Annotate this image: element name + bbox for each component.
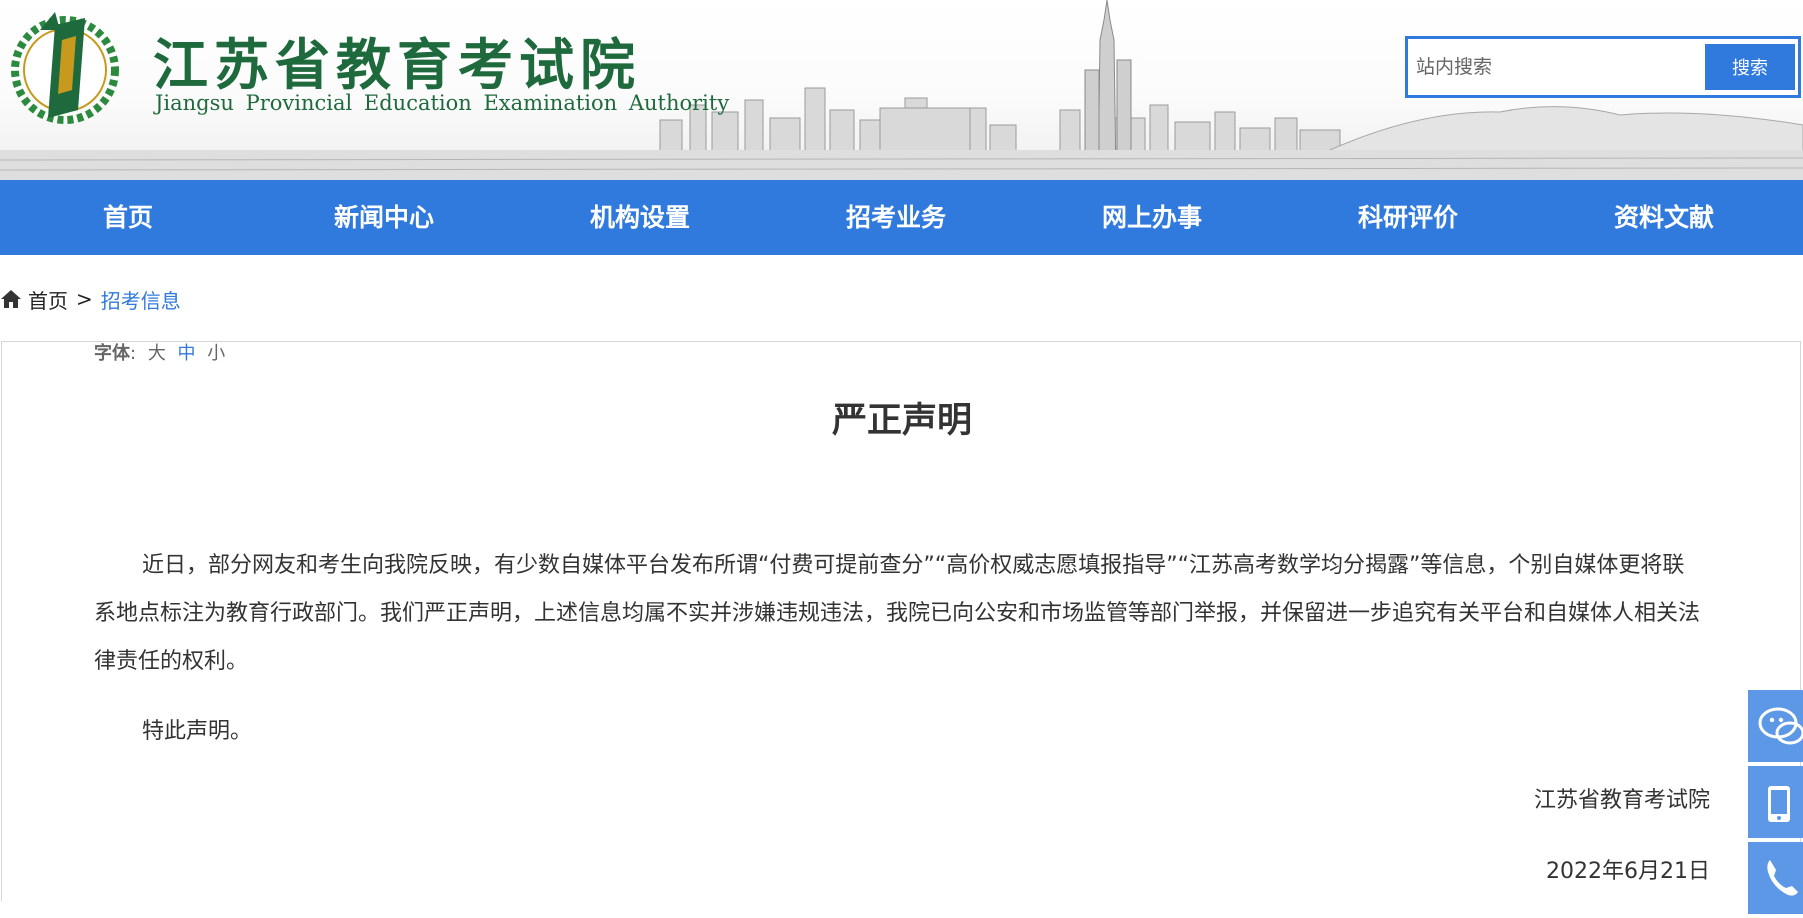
breadcrumb-home-link[interactable]: 首页 bbox=[28, 285, 68, 314]
search-button[interactable]: 搜索 bbox=[1705, 44, 1795, 90]
article-paragraph: 近日，部分网友和考生向我院反映，有少数自媒体平台发布所谓“付费可提前查分”“高价… bbox=[94, 553, 1701, 674]
article-container: 字体: 大 中 小 严正声明 近日，部分网友和考生向我院反映，有少数自媒体平台发… bbox=[1, 341, 1801, 901]
breadcrumb: 首页 > 招考信息 bbox=[0, 284, 181, 314]
font-size-medium[interactable]: 中 bbox=[178, 343, 196, 364]
site-title-en: Jiangsu Provincial Education Examination… bbox=[155, 91, 730, 115]
nav-item-online-services[interactable]: 网上办事 bbox=[1024, 180, 1280, 255]
nav-item-home[interactable]: 首页 bbox=[0, 180, 256, 255]
float-mobile-button[interactable] bbox=[1748, 766, 1803, 838]
article-paragraph: 特此声明。 bbox=[142, 719, 253, 744]
mobile-icon bbox=[1768, 786, 1790, 822]
main-nav: 首页 新闻中心 机构设置 招考业务 网上办事 科研评价 资料文献 bbox=[0, 180, 1803, 255]
float-phone-button[interactable] bbox=[1748, 842, 1803, 914]
site-title-cn: 江苏省教育考试院 bbox=[153, 33, 642, 97]
wechat-icon bbox=[1758, 707, 1803, 745]
nav-item-admissions[interactable]: 招考业务 bbox=[768, 180, 1024, 255]
site-header: 江苏省教育考试院 Jiangsu Provincial Education Ex… bbox=[0, 0, 1803, 180]
search-box: 搜索 bbox=[1405, 36, 1801, 98]
font-size-colon: : bbox=[130, 343, 137, 364]
phone-icon bbox=[1767, 860, 1798, 896]
font-size-label: 字体 bbox=[94, 343, 130, 364]
float-wechat-button[interactable] bbox=[1748, 690, 1803, 762]
signature-organization: 江苏省教育考试院 bbox=[1533, 788, 1710, 813]
jspeea-logo-icon[interactable] bbox=[0, 0, 130, 140]
nav-item-research[interactable]: 科研评价 bbox=[1280, 180, 1536, 255]
nav-item-organization[interactable]: 机构设置 bbox=[512, 180, 768, 255]
font-size-large[interactable]: 大 bbox=[148, 343, 166, 364]
font-size-small[interactable]: 小 bbox=[207, 343, 225, 364]
font-size-control: 字体: 大 中 小 bbox=[94, 339, 225, 365]
nav-item-documents[interactable]: 资料文献 bbox=[1536, 180, 1792, 255]
nav-item-news[interactable]: 新闻中心 bbox=[256, 180, 512, 255]
breadcrumb-current-link[interactable]: 招考信息 bbox=[101, 285, 181, 314]
signature-date: 2022年6月21日 bbox=[1546, 859, 1710, 884]
breadcrumb-separator: > bbox=[76, 287, 93, 311]
home-icon bbox=[1, 290, 21, 308]
article-title: 严正声明 bbox=[831, 401, 972, 441]
search-input[interactable] bbox=[1416, 47, 1696, 87]
